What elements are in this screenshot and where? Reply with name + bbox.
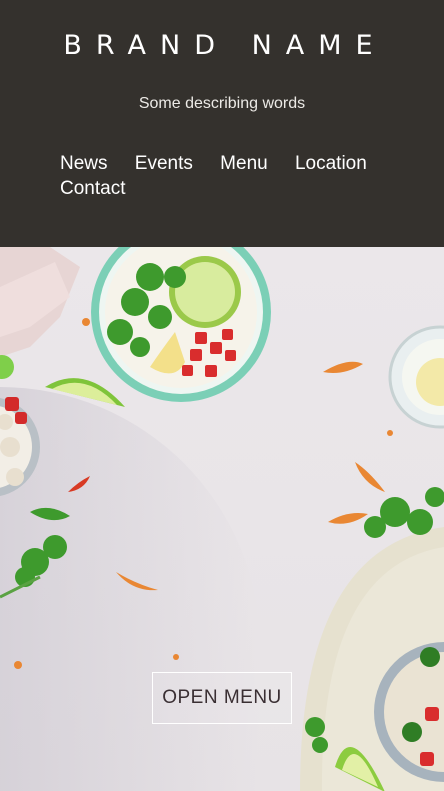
lime-slice-left	[45, 378, 125, 407]
tagline: Some describing words	[138, 95, 306, 112]
main-nav: News Events Menu Location Contact	[60, 151, 400, 201]
nav-item-location[interactable]: Location	[295, 151, 367, 176]
site-header: BRAND NAME Some describing words News Ev…	[0, 0, 444, 247]
bowl-left-edge	[0, 355, 40, 496]
open-menu-button[interactable]: OPEN MENU	[152, 672, 292, 724]
hero-section: OPEN MENU	[0, 247, 444, 791]
nav-item-menu[interactable]: Menu	[220, 151, 268, 176]
glass-top-right	[388, 325, 444, 429]
nav-item-events[interactable]: Events	[135, 151, 193, 176]
nav-item-news[interactable]: News	[60, 151, 108, 176]
bowl-top-left	[91, 247, 271, 402]
brand-name[interactable]: BRAND NAME	[0, 30, 444, 61]
nav-item-contact[interactable]: Contact	[60, 176, 125, 201]
